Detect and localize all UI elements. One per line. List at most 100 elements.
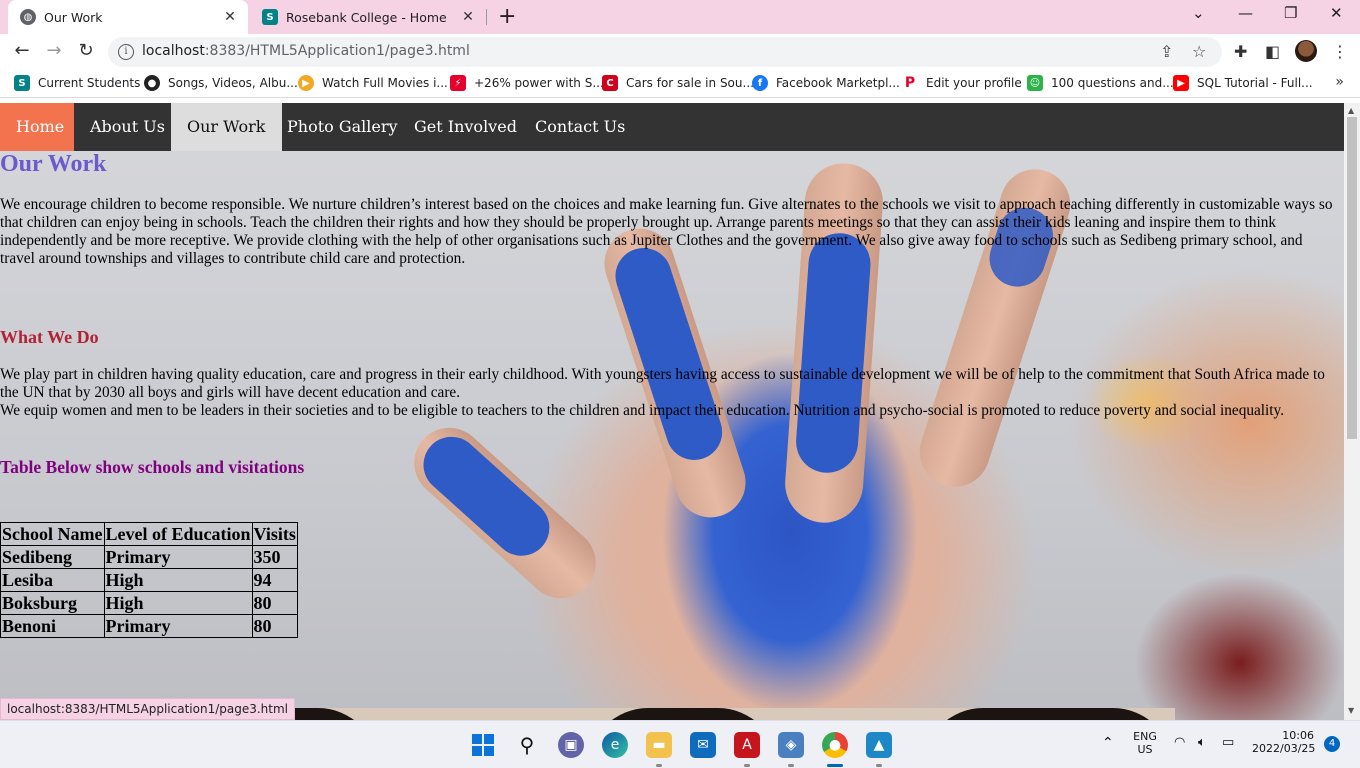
minimize-button[interactable]: — — [1238, 4, 1253, 22]
page-title: Our Work — [0, 151, 107, 177]
music-site-icon: ● — [144, 75, 160, 91]
running-indicator — [788, 764, 794, 767]
menu-kebab-icon[interactable]: ⋮ — [1332, 42, 1348, 61]
address-url[interactable]: localhost:8383/HTML5Application1/page3.h… — [142, 43, 470, 59]
nav-our-work[interactable]: Our Work — [171, 103, 282, 151]
close-tab-icon[interactable]: ✕ — [222, 9, 238, 25]
nav-photo-gallery[interactable]: Photo Gallery — [271, 103, 414, 151]
photos-icon[interactable]: ▲ — [866, 732, 892, 758]
bookmark-cars-for-sale[interactable]: C Cars for sale in Sou... — [602, 75, 754, 91]
profile-p-icon: P — [902, 75, 918, 91]
language-indicator[interactable]: ENG US — [1132, 730, 1158, 756]
chrome-icon[interactable]: ● — [822, 732, 848, 758]
maximize-button[interactable]: ❐ — [1284, 4, 1297, 22]
children-photo — [168, 708, 1175, 720]
site-info-icon[interactable]: i — [118, 44, 134, 60]
tab-search-icon[interactable]: ⌄ — [1192, 4, 1205, 22]
back-arrow-icon[interactable]: ← — [10, 40, 34, 61]
notification-count-badge[interactable]: 4 — [1324, 736, 1340, 752]
nav-about-us[interactable]: About Us — [74, 103, 181, 151]
table-heading: Table Below show schools and visitations — [0, 457, 305, 477]
youtube-icon: ▶ — [1173, 75, 1189, 91]
bookmark-power[interactable]: ⚡ +26% power with S... — [450, 75, 604, 91]
bookmark-100-questions[interactable]: ☺ 100 questions and... — [1027, 75, 1174, 91]
scroll-up-arrow-icon[interactable]: ▲ — [1348, 106, 1354, 115]
running-indicator-active — [827, 764, 843, 767]
windows-start-icon[interactable] — [470, 732, 496, 758]
show-hidden-icons-chevron-icon[interactable]: ⌃ — [1102, 735, 1114, 751]
scrollbar-thumb[interactable] — [1347, 117, 1357, 439]
questions-icon: ☺ — [1027, 75, 1043, 91]
close-window-button[interactable]: ✕ — [1330, 4, 1343, 22]
running-indicator — [656, 764, 662, 767]
table-cell: Sedibeng — [0, 545, 105, 569]
table-header-cell: Level of Education — [103, 522, 253, 546]
file-explorer-icon[interactable]: ▬ — [646, 732, 672, 758]
bookmark-facebook-marketplace[interactable]: f Facebook Marketpl... — [752, 75, 900, 91]
page-scrollbar[interactable]: ▲ ▼ — [1344, 103, 1360, 720]
new-tab-button[interactable]: + — [498, 4, 516, 29]
table-cell: 80 — [251, 614, 298, 638]
wifi-icon[interactable]: ◠ — [1174, 735, 1185, 750]
table-cell: 80 — [251, 591, 298, 615]
address-bar[interactable]: i localhost:8383/HTML5Application1/page3… — [108, 37, 1222, 67]
bookmark-label: Edit your profile — [926, 76, 1022, 90]
tab-divider — [486, 9, 487, 25]
share-icon[interactable]: ⇪ — [1160, 42, 1173, 61]
table-cell: High — [103, 568, 253, 592]
volume-icon[interactable]: 🔈︎ — [1198, 735, 1206, 750]
sharepoint-icon: S — [14, 75, 30, 91]
profile-avatar[interactable] — [1295, 40, 1317, 62]
table-cell: Benoni — [0, 614, 105, 638]
battery-icon[interactable]: ▭ — [1222, 735, 1234, 750]
tab-rosebank-college[interactable]: S Rosebank College - Home ✕ — [250, 0, 486, 34]
site-nav-bar: Home About Us Our Work Photo Gallery Get… — [0, 103, 1344, 151]
bookmark-star-icon[interactable]: ☆ — [1192, 42, 1206, 61]
nav-get-involved[interactable]: Get Involved — [398, 103, 533, 151]
nav-contact-us[interactable]: Contact Us — [519, 103, 641, 151]
table-cell: 350 — [251, 545, 298, 569]
close-tab-icon[interactable]: ✕ — [460, 9, 476, 25]
bookmark-label: Facebook Marketpl... — [776, 76, 900, 90]
bookmark-current-students[interactable]: S Current Students — [14, 75, 140, 91]
nav-home[interactable]: Home — [0, 103, 74, 151]
table-cell: Lesiba — [0, 568, 105, 592]
teams-chat-icon[interactable]: ▣ — [558, 732, 584, 758]
mail-icon[interactable]: ✉ — [690, 732, 716, 758]
virtualbox-icon[interactable]: ◈ — [778, 732, 804, 758]
windows-taskbar: ⚲ ▣ e ▬ ✉ A ◈ ● ▲ ⌃ ENG US ◠ 🔈︎ ▭ 10:06 … — [0, 720, 1360, 768]
reload-icon[interactable]: ↻ — [74, 40, 98, 61]
bookmark-edit-profile[interactable]: P Edit your profile — [902, 75, 1022, 91]
extensions-puzzle-icon[interactable]: ✚ — [1234, 42, 1247, 61]
bookmark-label: Current Students — [38, 76, 141, 90]
search-icon[interactable]: ⚲ — [514, 732, 540, 758]
background-hand-thumb — [399, 413, 611, 613]
table-row: Boksburg High 80 — [0, 591, 298, 615]
intro-paragraph: We encourage children to become responsi… — [0, 196, 1333, 267]
forward-arrow-icon[interactable]: → — [42, 40, 66, 61]
bookmark-songs-videos[interactable]: ● Songs, Videos, Albu... — [144, 75, 298, 91]
bookmark-watch-movies[interactable]: ▶ Watch Full Movies i... — [298, 75, 448, 91]
clock[interactable]: 10:06 2022/03/25 — [1252, 729, 1315, 755]
what-we-do-heading: What We Do — [0, 327, 99, 347]
table-row: Benoni Primary 80 — [0, 614, 298, 638]
what-we-do-text: We play part in children having quality … — [0, 366, 1340, 420]
globe-icon: ◍ — [20, 9, 36, 25]
tab-title: Our Work — [44, 9, 103, 25]
edge-browser-icon[interactable]: e — [602, 732, 628, 758]
play-icon: ▶ — [298, 75, 314, 91]
scroll-down-arrow-icon[interactable]: ▼ — [1348, 706, 1354, 715]
table-cell: Primary — [103, 614, 253, 638]
tab-title: Rosebank College - Home — [286, 9, 447, 25]
more-bookmarks-chevron-icon[interactable]: » — [1335, 74, 1344, 90]
running-indicator — [744, 764, 750, 767]
tab-our-work[interactable]: ◍ Our Work ✕ — [8, 0, 248, 34]
adobe-acrobat-icon[interactable]: A — [734, 732, 760, 758]
side-panel-icon[interactable]: ◧ — [1265, 42, 1280, 61]
table-cell: Primary — [103, 545, 253, 569]
child-face — [588, 708, 778, 720]
bookmark-sql-tutorial[interactable]: ▶ SQL Tutorial - Full... — [1173, 75, 1313, 91]
table-cell: High — [103, 591, 253, 615]
schools-table: School Name Level of Education Visits Se… — [0, 522, 298, 638]
bookmarks-bar: S Current Students ● Songs, Videos, Albu… — [0, 70, 1360, 98]
